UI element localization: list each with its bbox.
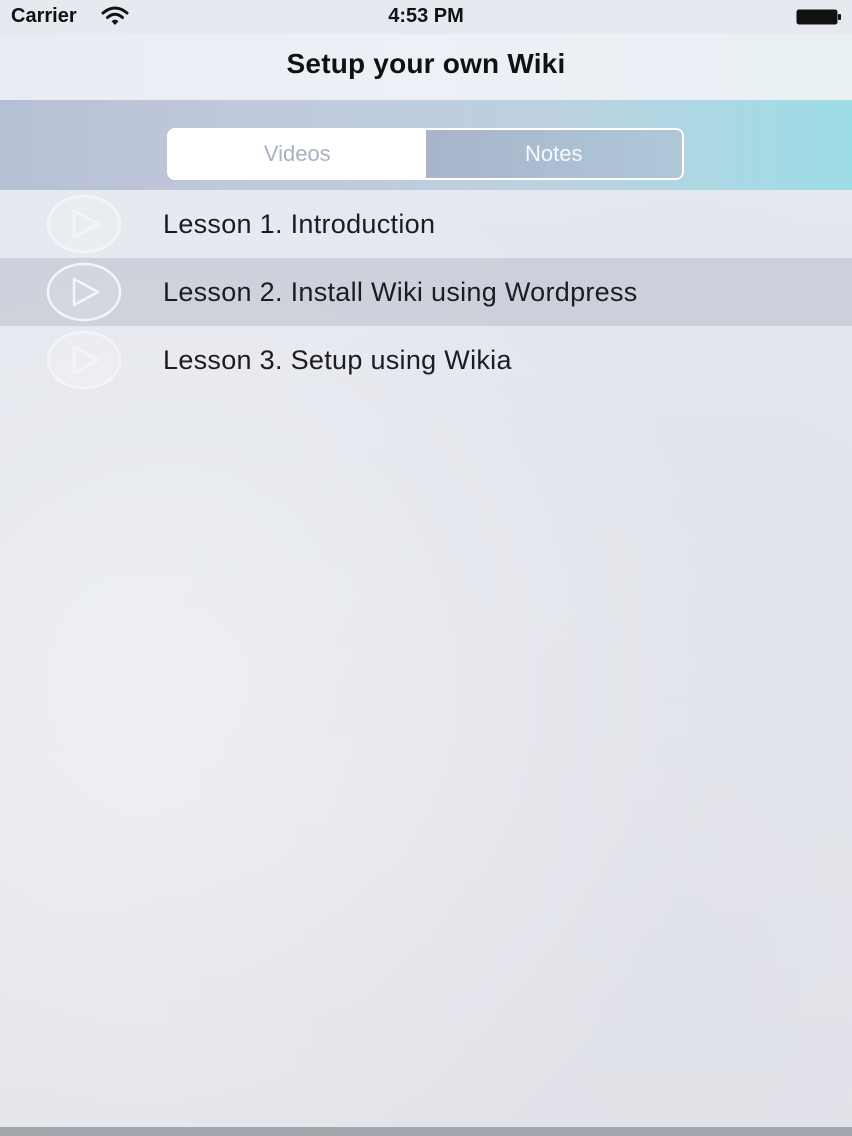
lesson-row-2[interactable]: Lesson 2. Install Wiki using Wordpress	[0, 258, 852, 326]
bottom-edge	[0, 1127, 852, 1136]
play-icon	[46, 194, 122, 254]
lesson-list: Lesson 1. Introduction Lesson 2. Install…	[0, 190, 852, 394]
play-icon	[46, 330, 122, 390]
lesson-label: Lesson 3. Setup using Wikia	[163, 345, 512, 375]
play-icon	[46, 262, 122, 322]
tab-notes[interactable]: Notes	[425, 130, 682, 178]
lesson-label: Lesson 2. Install Wiki using Wordpress	[163, 277, 638, 307]
tab-videos[interactable]: Videos	[169, 130, 426, 178]
lesson-label: Lesson 1. Introduction	[163, 209, 436, 239]
app-screen: Carrier 4:53 PM Setup your own Wiki Vide…	[0, 0, 852, 1136]
lesson-row-1[interactable]: Lesson 1. Introduction	[0, 190, 852, 258]
lesson-row-3[interactable]: Lesson 3. Setup using Wikia	[0, 326, 852, 394]
status-time: 4:53 PM	[388, 5, 464, 27]
navigation-bar: Setup your own Wiki	[0, 34, 852, 100]
page-title: Setup your own Wiki	[286, 48, 566, 79]
battery-icon	[796, 9, 841, 25]
segmented-control: Videos Notes	[167, 128, 684, 180]
segment-band: Videos Notes	[0, 100, 852, 190]
status-bar: Carrier 4:53 PM	[0, 0, 852, 34]
